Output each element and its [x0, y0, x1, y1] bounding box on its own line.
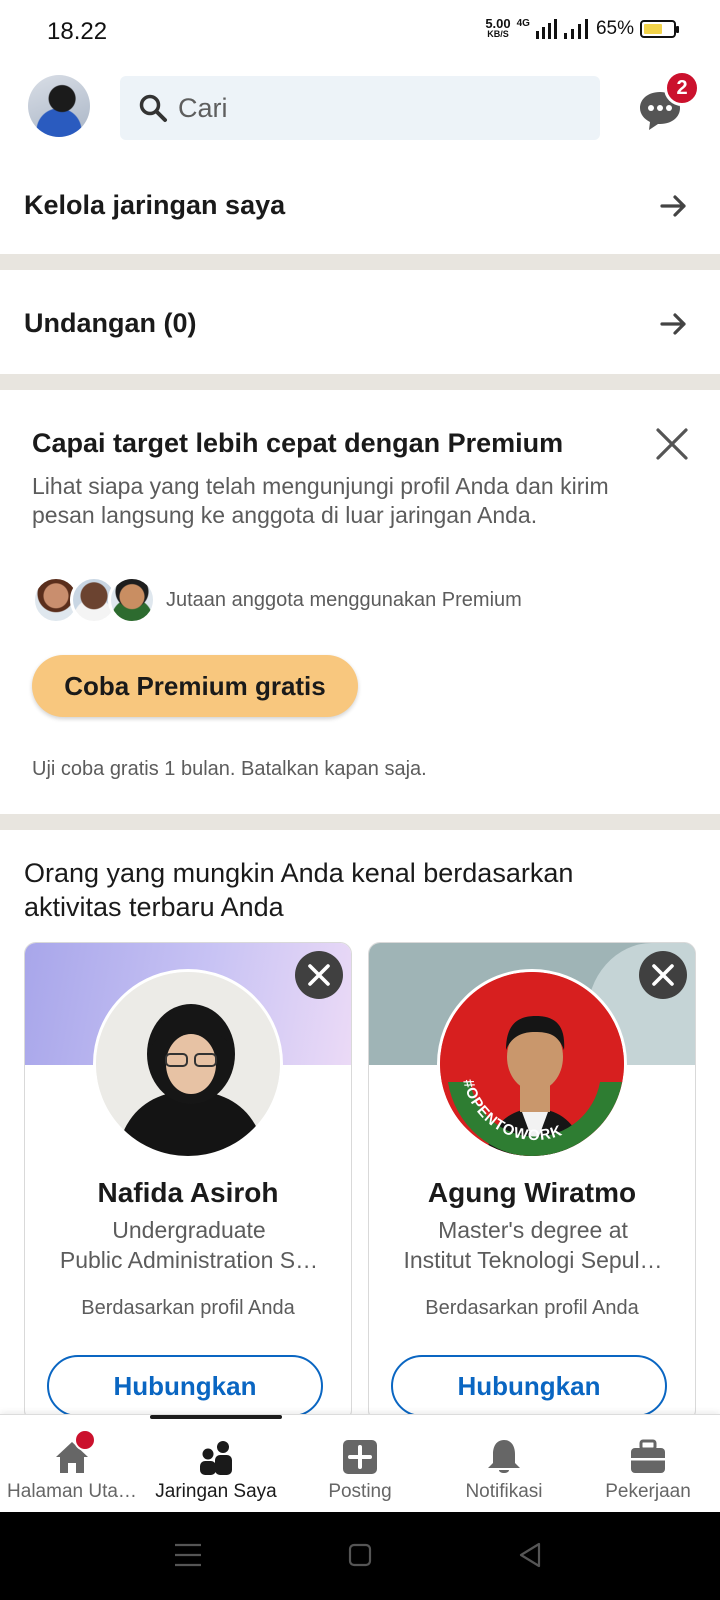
nav-item-my-network[interactable]: Jaringan Saya — [144, 1415, 288, 1513]
connection-reason: Berdasarkan profil Anda — [425, 1297, 639, 1319]
people-icon — [200, 1441, 232, 1475]
nav-label: Posting — [328, 1481, 392, 1502]
manage-network-row[interactable]: Kelola jaringan saya — [0, 158, 720, 254]
connect-button[interactable]: Hubungkan — [391, 1355, 667, 1417]
back-icon[interactable] — [515, 1540, 545, 1570]
try-premium-button[interactable]: Coba Premium gratis — [32, 655, 358, 717]
arrow-right-icon — [660, 313, 686, 335]
battery-percent: 65% — [595, 18, 634, 39]
nav-label: Pekerjaan — [605, 1481, 691, 1502]
nav-item-post[interactable]: Posting — [288, 1415, 432, 1513]
pymk-heading: Orang yang mungkin Anda kenal berdasarka… — [24, 858, 574, 922]
invitations-label: Undangan (0) — [24, 308, 197, 338]
headline-line: Master's degree at — [438, 1217, 628, 1243]
profile-photo[interactable] — [93, 969, 283, 1159]
person-card[interactable]: #OPENTOWORK Agung Wiratmo Master's degre… — [368, 942, 696, 1422]
connection-reason: Berdasarkan profil Anda — [81, 1297, 295, 1319]
arrow-right-icon — [660, 195, 686, 217]
signal-icon — [535, 19, 557, 39]
nav-label: Jaringan Saya — [155, 1481, 277, 1502]
system-navigation-bar — [0, 1512, 720, 1600]
member-avatar — [108, 576, 156, 624]
section-divider — [0, 374, 720, 390]
premium-members: Jutaan anggota menggunakan Premium — [32, 576, 522, 624]
battery-level — [644, 24, 663, 34]
messages-badge: 2 — [664, 70, 700, 106]
premium-members-text: Jutaan anggota menggunakan Premium — [166, 588, 522, 611]
close-icon — [308, 964, 330, 986]
headline-line: Undergraduate — [112, 1217, 266, 1243]
section-divider — [0, 254, 720, 270]
status-indicators: 5.00 KB/S 4G 65% — [485, 16, 679, 40]
dismiss-button[interactable] — [639, 951, 687, 999]
network-speed-unit: KB/S — [487, 29, 509, 39]
close-icon[interactable] — [652, 424, 692, 464]
active-tab-indicator — [150, 1415, 282, 1419]
person-photo-illustration: #OPENTOWORK — [440, 972, 624, 1156]
person-card[interactable]: Nafida Asiroh Undergraduate Public Admin… — [24, 942, 352, 1422]
nav-label: Notifikasi — [465, 1481, 543, 1502]
nav-item-notifications[interactable]: Notifikasi — [432, 1415, 576, 1513]
plus-square-icon — [343, 1440, 377, 1474]
menu-icon[interactable] — [173, 1540, 203, 1570]
nav-label: Halaman Uta… — [7, 1481, 137, 1502]
close-icon — [652, 964, 674, 986]
invitations-row[interactable]: Undangan (0) — [0, 270, 720, 374]
battery-icon — [640, 20, 679, 38]
headline-line: Public Administration S… — [59, 1247, 319, 1273]
person-name: Agung Wiratmo — [427, 1177, 637, 1208]
status-time: 18.22 — [47, 18, 108, 45]
search-input[interactable] — [178, 92, 578, 124]
premium-description: Lihat siapa yang telah mengunjungi profi… — [32, 473, 609, 528]
search-bar[interactable] — [120, 76, 600, 140]
home-button-icon[interactable] — [345, 1540, 375, 1570]
signal-icon-2 — [563, 19, 588, 39]
network-speed: 5.00 KB/S — [485, 16, 511, 39]
nav-item-home[interactable]: Halaman Uta… — [0, 1415, 144, 1513]
section-divider — [0, 814, 720, 830]
search-icon — [139, 94, 167, 122]
bell-icon — [488, 1440, 520, 1473]
premium-upsell-card: Capai target lebih cepat dengan Premium … — [0, 390, 720, 814]
nav-item-jobs[interactable]: Pekerjaan — [576, 1415, 720, 1513]
top-app-bar: 2 — [0, 62, 720, 158]
person-headline: Undergraduate Public Administration S… — [47, 1215, 331, 1275]
briefcase-icon — [631, 1439, 665, 1473]
network-speed-value: 5.00 — [485, 16, 511, 31]
premium-note: Uji coba gratis 1 bulan. Batalkan kapan … — [32, 758, 427, 780]
connect-button[interactable]: Hubungkan — [47, 1355, 323, 1417]
person-name: Nafida Asiroh — [97, 1177, 279, 1208]
profile-avatar[interactable] — [28, 75, 90, 137]
bottom-navigation: Halaman Uta… Jaringan Saya Posting Notif… — [0, 1414, 720, 1512]
person-photo-illustration — [96, 972, 280, 1156]
notification-dot — [74, 1429, 96, 1451]
premium-title: Capai target lebih cepat dengan Premium — [32, 428, 564, 458]
headline-line: Institut Teknologi Sepul… — [403, 1247, 663, 1273]
dismiss-button[interactable] — [295, 951, 343, 999]
person-headline: Master's degree at Institut Teknologi Se… — [391, 1215, 675, 1275]
network-type-label: 4G — [516, 18, 530, 29]
profile-photo[interactable]: #OPENTOWORK — [437, 969, 627, 1159]
status-bar: 18.22 5.00 KB/S 4G 65% — [0, 0, 720, 62]
manage-network-label: Kelola jaringan saya — [24, 190, 286, 220]
